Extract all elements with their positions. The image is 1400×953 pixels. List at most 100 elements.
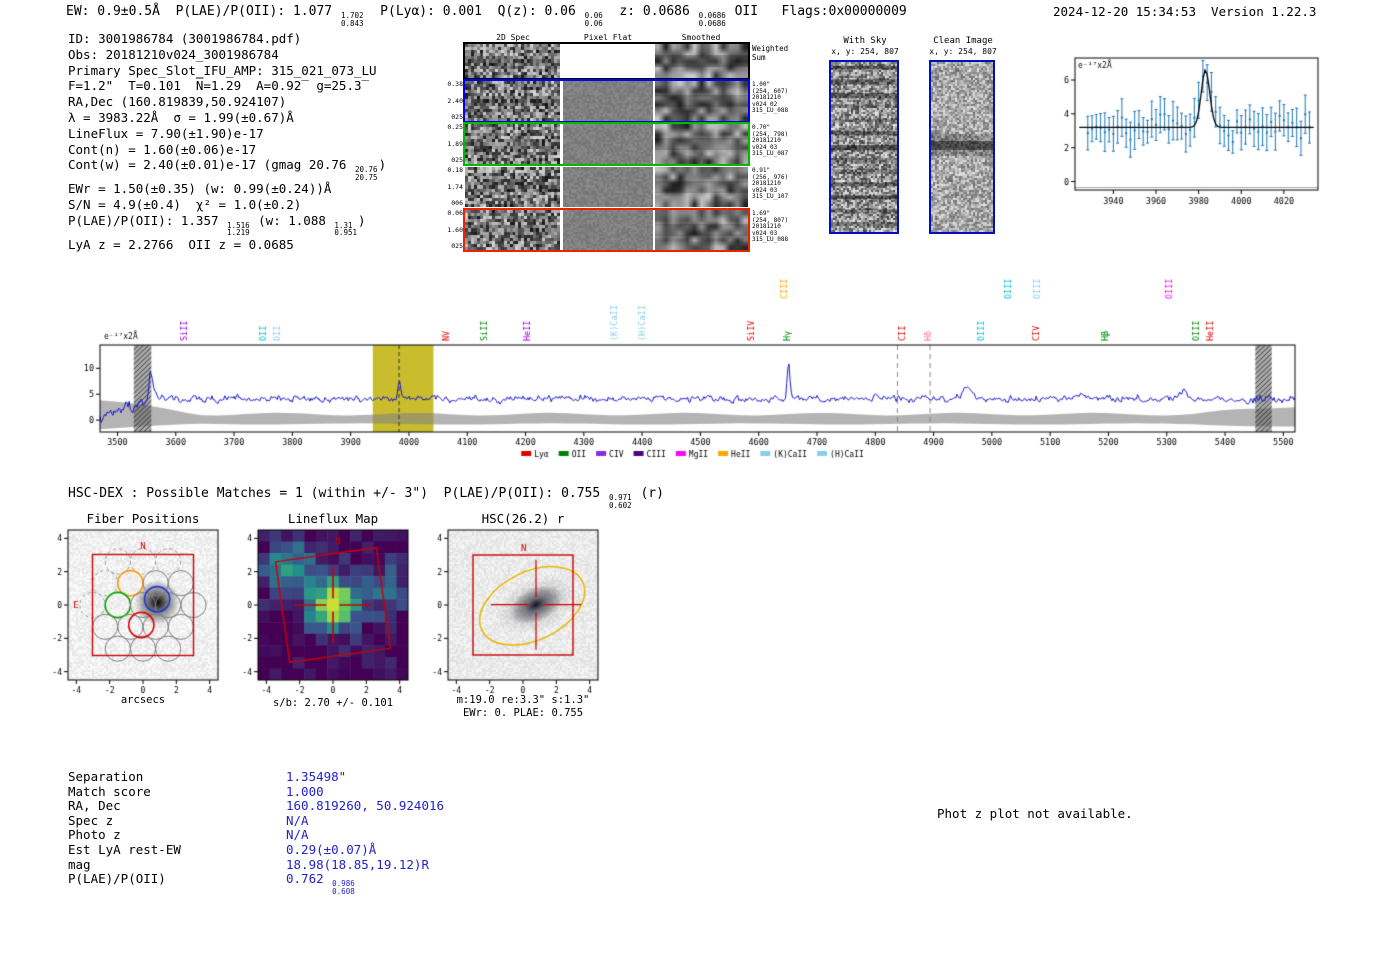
match-table: Separation1.35498"Match score1.000RA, De… (68, 770, 444, 895)
match-field-value: N/A (286, 814, 309, 829)
stacked-uncertainty: 20.7620.75 (355, 166, 378, 181)
col-title-smoothed: Smoothed (656, 33, 746, 42)
smoothed-image (655, 210, 748, 250)
text-segment: λ = 3983.22Å σ = 1.99(±0.67)Å (68, 110, 294, 125)
info-line: P(LAE)/P(OII): 1.357 1.5161.219 (w: 1.08… (68, 213, 386, 237)
text-segment: Cont(w) = 2.40(±0.01)e-17 (gmag 20.76 (68, 157, 354, 172)
match-field-label: Est LyA rest-EW (68, 843, 286, 858)
text-segment: Cont(n) = 1.60(±0.06)e-17 (68, 142, 256, 157)
spec2d-image (465, 124, 560, 164)
match-field-value: N/A (286, 828, 309, 843)
text-segment: P(LAE)/P(OII): 1.357 (68, 213, 226, 228)
text-segment: LineFlux = 7.90(±1.90)e-17 (68, 126, 264, 141)
text-segment: 1.35498" (286, 769, 346, 784)
text-segment: (r) (633, 486, 664, 501)
info-line: Cont(w) = 2.40(±0.01)e-17 (gmag 20.76 20… (68, 157, 386, 181)
text-segment: (w: 1.088 (251, 213, 334, 228)
text-segment: ) (379, 157, 387, 172)
match-field-label: Spec z (68, 814, 286, 829)
clean-coords: x, y: 254, 807 (920, 47, 1006, 56)
match-field-label: Photo z (68, 828, 286, 843)
info-line: F=1.2" T=0.101 N̅=1.29 A=0.92̅ g=25.3̅ (68, 78, 386, 94)
stacked-uncertainty: 0.9860.608 (332, 880, 355, 895)
spec2d-image (465, 167, 560, 207)
cutout-row-weights: 0.061.60025 (443, 210, 463, 250)
text-segment: 0.762 (286, 871, 331, 886)
text-segment: S/N = 4.9(±0.4) χ² = 1.0(±0.2) (68, 197, 301, 212)
col-title-2dspec: 2D Spec (468, 33, 558, 42)
text-segment: 0.29(±0.07)Å (286, 842, 376, 857)
cutout-row-annotation: 1.69"(254, 807)20181210v024_03315_LU_088 (752, 211, 788, 244)
smoothed-image (655, 44, 748, 78)
match-table-row: mag18.98(18.85,19.12)R (68, 858, 444, 873)
match-field-value: 0.762 0.9860.608 (286, 872, 356, 895)
text-segment: P(Lyα): 0.001 Q(z): 0.06 (365, 4, 584, 19)
clean-image (929, 60, 995, 234)
cutout-row-annotation: 0.91"(256, 976)20181210v024_03315_LU_107 (752, 168, 788, 201)
full-spectrum-plot (70, 258, 1320, 463)
stacked-uncertainty: 0.060.06 (585, 12, 603, 27)
match-field-label: Match score (68, 785, 286, 800)
match-table-row: Spec zN/A (68, 814, 444, 829)
text-segment: LyA z = 2.2766 OII z = 0.0685 (68, 237, 294, 252)
lineflux-caption: s/b: 2.70 +/- 0.101 (233, 697, 433, 709)
text-segment: Obs: 20181210v024_3001986784 (68, 47, 279, 62)
text-segment: z: 0.0686 (604, 4, 698, 19)
stacked-uncertainty: 0.9710.602 (609, 494, 632, 509)
pixelflat-image (563, 167, 653, 207)
detection-info-block: ID: 3001986784 (3001986784.pdf)Obs: 2018… (68, 31, 386, 253)
match-field-label: mag (68, 858, 286, 873)
text-segment: 160.819260, 50.924016 (286, 798, 444, 813)
info-line: Primary Spec_Slot_IFU_AMP: 315_021_073_L… (68, 63, 386, 79)
text-segment: F=1.2" T=0.101 N̅=1.29 A=0.92̅ g=25.3̅ (68, 78, 362, 93)
clean-title: Clean Image (929, 36, 997, 46)
info-line: ID: 3001986784 (3001986784.pdf) (68, 31, 386, 47)
info-line: EWr = 1.50(±0.35) (w: 0.99(±0.24))Å (68, 181, 386, 197)
spec2d-image (465, 210, 560, 250)
match-field-value: 1.000 (286, 785, 324, 800)
match-field-value: 0.29(±0.07)Å (286, 843, 376, 858)
cutout-row-weights: 0.181.74006 (443, 167, 463, 207)
hsc-caption-1: m:19.0 re:3.3" s:1.3" (423, 694, 623, 706)
text-segment: 18.98(18.85,19.12)R (286, 857, 429, 872)
cutout-row-annotation: 1.00"(254, 607)20181210v024_02315_LU_088 (752, 82, 788, 115)
match-table-row: Est LyA rest-EW0.29(±0.07)Å (68, 843, 444, 858)
cutout-row-weights: 0.251.89025 (443, 124, 463, 164)
text-segment: Primary Spec_Slot_IFU_AMP: 315_021_073_L… (68, 63, 377, 78)
match-field-label: P(LAE)/P(OII) (68, 872, 286, 895)
text-segment: N/A (286, 813, 309, 828)
pixelflat-image (563, 210, 653, 250)
spec2d-image (465, 44, 560, 78)
match-table-row: Separation1.35498" (68, 770, 444, 785)
line-fit-plot (1035, 50, 1325, 222)
summary-stats-line: EW: 0.9±0.5Å P(LAE)/P(OII): 1.077 1.7020… (66, 4, 907, 27)
text-segment: EW: 0.9±0.5Å P(LAE)/P(OII): 1.077 (66, 4, 340, 19)
match-table-row: Photo zN/A (68, 828, 444, 843)
info-line: λ = 3983.22Å σ = 1.99(±0.67)Å (68, 110, 386, 126)
text-segment: RA,Dec (160.819839,50.924107) (68, 94, 286, 109)
stacked-uncertainty: 1.310.951 (334, 222, 357, 237)
text-segment: N/A (286, 827, 309, 842)
match-table-row: Match score1.000 (68, 785, 444, 800)
hsc-match-summary: HSC-DEX : Possible Matches = 1 (within +… (68, 486, 664, 509)
match-field-value: 18.98(18.85,19.12)R (286, 858, 429, 873)
text-segment: ) (358, 213, 366, 228)
cutout-row-weights: 0.382.40025 (443, 81, 463, 121)
match-field-value: 1.35498" (286, 770, 346, 785)
text-segment: OII Flags:0x00000009 (727, 4, 907, 19)
lineflux-map-plot (223, 522, 423, 712)
stacked-uncertainty: 0.06860.0686 (699, 12, 726, 27)
hsc-cutout-plot (413, 522, 613, 712)
match-table-row: RA, Dec160.819260, 50.924016 (68, 799, 444, 814)
stacked-uncertainty: 1.5161.219 (227, 222, 250, 237)
stacked-uncertainty: 1.7020.843 (341, 12, 364, 27)
withsky-image (829, 60, 899, 234)
fiber-xlabel: arcsecs (43, 694, 243, 706)
smoothed-image (655, 81, 748, 121)
match-field-label: RA, Dec (68, 799, 286, 814)
text-segment: ID: 3001986784 (3001986784.pdf) (68, 31, 301, 46)
spec2d-image (465, 81, 560, 121)
report-timestamp: 2024-12-20 15:34:53 Version 1.22.3 (1053, 4, 1316, 19)
elixer-report: EW: 0.9±0.5Å P(LAE)/P(OII): 1.077 1.7020… (0, 0, 1400, 953)
photz-note: Phot z plot not available. (937, 806, 1133, 821)
